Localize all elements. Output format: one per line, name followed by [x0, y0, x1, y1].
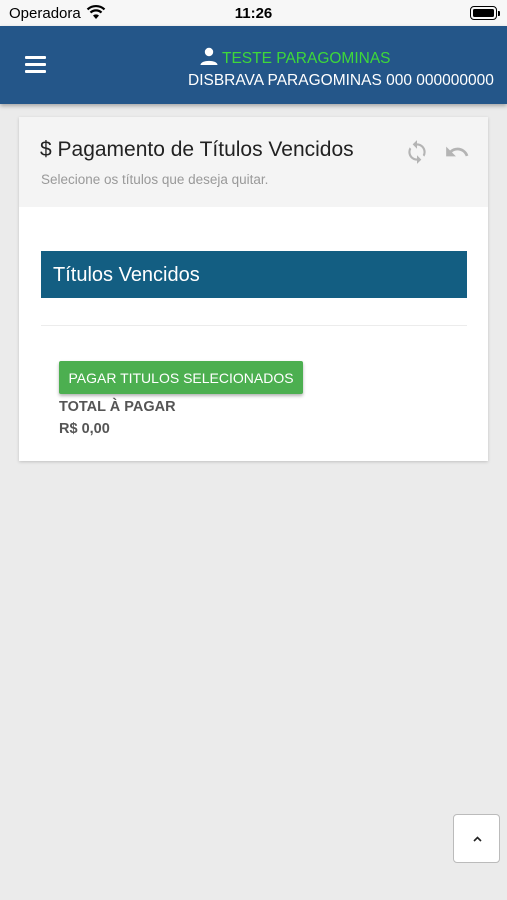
- page-subtitle: Selecione os títulos que deseja quitar.: [41, 172, 269, 187]
- pay-selected-button[interactable]: PAGAR TITULOS SELECIONADOS: [59, 361, 303, 394]
- chevron-up-icon: [473, 836, 482, 842]
- pay-selected-button-label: PAGAR TITULOS SELECIONADOS: [68, 370, 294, 386]
- total-value: R$ 0,00: [59, 421, 110, 437]
- divider: [41, 325, 467, 326]
- app-header: TESTE PARAGOMINAS DISBRAVA PARAGOMINAS 0…: [0, 26, 507, 104]
- scroll-to-top-button[interactable]: [453, 814, 500, 863]
- undo-icon[interactable]: [444, 139, 470, 165]
- status-bar: Operadora 11:26: [0, 0, 507, 26]
- card-header: $ Pagamento de Títulos Vencidos Selecion…: [19, 117, 488, 207]
- hamburger-menu-icon[interactable]: [22, 52, 50, 76]
- page-title: $ Pagamento de Títulos Vencidos: [40, 138, 354, 161]
- person-icon: [200, 47, 218, 65]
- battery-icon: [470, 6, 500, 20]
- refresh-icon[interactable]: [404, 139, 430, 165]
- company-name: DISBRAVA PARAGOMINAS 000 000000000: [188, 72, 494, 89]
- user-name: TESTE PARAGOMINAS: [222, 50, 391, 67]
- payment-card: $ Pagamento de Títulos Vencidos Selecion…: [19, 117, 488, 461]
- section-header: Títulos Vencidos: [41, 251, 467, 298]
- status-time: 11:26: [234, 5, 273, 22]
- section-title: Títulos Vencidos: [53, 264, 200, 286]
- total-label: TOTAL À PAGAR: [59, 399, 176, 415]
